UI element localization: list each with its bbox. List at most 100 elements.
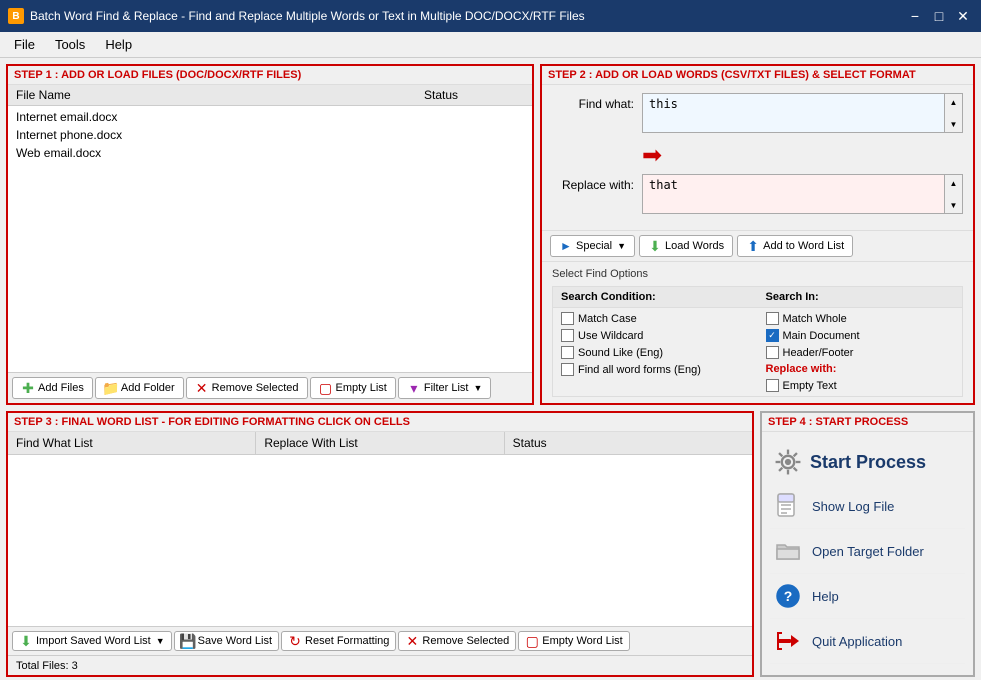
step3-toolbar: ⬇ Import Saved Word List ▼ 💾 Save Word L… [8,626,752,655]
reset-formatting-button[interactable]: ↻ Reset Formatting [281,631,396,651]
find-what-row: Find what: ▲ ▼ [552,93,963,133]
open-folder-row[interactable]: Open Target Folder [770,529,965,574]
quit-row[interactable]: Quit Application [770,619,965,664]
replace-label: Replace with: [552,174,642,192]
bottom-section: STEP 3 : FINAL WORD LIST - FOR EDITING F… [0,408,981,680]
find-options-title: Select Find Options [552,268,963,280]
step3-header: STEP 3 : FINAL WORD LIST - FOR EDITING F… [8,413,752,432]
add-files-button[interactable]: ✚ Add Files [12,377,93,399]
empty-word-list-button[interactable]: ▢ Empty Word List [518,631,630,651]
filter-list-button[interactable]: ▾ Filter List ▼ [398,377,492,399]
scrollbar-down2[interactable]: ▼ [945,197,962,213]
use-wildcard-checkbox[interactable] [561,329,574,342]
menu-tools[interactable]: Tools [45,34,95,55]
special-icon: ► [559,239,573,253]
find-options-grid: Search Condition: Search In: Match Case … [552,286,963,397]
scrollbar-up2[interactable]: ▲ [945,175,962,191]
gear-icon [774,444,802,480]
folder-open-icon [774,537,802,565]
file-row[interactable]: Internet email.docx [8,108,532,126]
empty-text-option[interactable]: Empty Text [766,377,955,394]
find-all-forms-option[interactable]: Find all word forms (Eng) [561,361,750,378]
sound-like-option[interactable]: Sound Like (Eng) [561,344,750,361]
title-bar-controls: − □ ✕ [905,6,973,26]
empty-list-button[interactable]: ▢ Empty List [310,377,396,399]
search-condition-header: Search Condition: [553,287,758,308]
file-name: Internet phone.docx [16,128,524,142]
use-wildcard-option[interactable]: Use Wildcard [561,327,750,344]
replace-with-header-item: Replace with: [766,361,955,377]
menu-file[interactable]: File [4,34,45,55]
replace-input[interactable] [642,174,945,214]
header-footer-option[interactable]: Header/Footer [766,344,955,361]
remove-icon: ✕ [195,381,209,395]
file-row[interactable]: Web email.docx [8,144,532,162]
show-log-label: Show Log File [812,499,894,514]
find-input[interactable] [642,93,945,133]
dropdown-arrow-icon: ▼ [473,383,482,393]
load-words-button[interactable]: ⬇ Load Words [639,235,733,257]
scrollbar-down[interactable]: ▼ [945,116,962,132]
log-icon [774,492,802,520]
empty-text-checkbox[interactable] [766,379,779,392]
save-word-list-button[interactable]: 💾 Save Word List [174,631,279,651]
add-files-icon: ✚ [21,381,35,395]
quit-icon [774,627,802,655]
step1-header: STEP 1 : ADD OR LOAD FILES (DOC/DOCX/RTF… [8,66,532,85]
save-icon: 💾 [181,634,195,648]
file-list-header: File Name Status [8,85,532,106]
empty-word-icon: ▢ [525,634,539,648]
file-row[interactable]: Internet phone.docx [8,126,532,144]
total-files-label: Total Files: 3 [16,660,78,672]
import-icon: ⬇ [19,634,33,648]
step2-header: STEP 2 : ADD OR LOAD WORDS (CSV/TXT FILE… [542,66,973,85]
title-bar-left: B Batch Word Find & Replace - Find and R… [8,8,585,24]
remove-selected-word-button[interactable]: ✕ Remove Selected [398,631,516,651]
menu-help[interactable]: Help [95,34,142,55]
find-scrollbar[interactable]: ▲ ▼ [945,93,963,133]
help-row[interactable]: ? Help [770,574,965,619]
right-options: Match Whole ✓ Main Document Header/Foote… [758,308,963,396]
minimize-button[interactable]: − [905,6,925,26]
help-circle-icon: ? [774,582,802,610]
reset-icon: ↻ [288,634,302,648]
import-dropdown-icon: ▼ [156,636,165,646]
add-folder-button[interactable]: 📁 Add Folder [95,377,184,399]
filter-icon: ▾ [407,381,421,395]
start-process-row[interactable]: Start Process [770,440,965,484]
remove-selected-button[interactable]: ✕ Remove Selected [186,377,308,399]
replace-scrollbar[interactable]: ▲ ▼ [945,174,963,214]
match-whole-option[interactable]: Match Whole [766,310,955,327]
match-case-checkbox[interactable] [561,312,574,325]
match-case-option[interactable]: Match Case [561,310,750,327]
maximize-button[interactable]: □ [929,6,949,26]
scrollbar-up[interactable]: ▲ [945,94,962,110]
step4-header: STEP 4 : START PROCESS [762,413,973,432]
show-log-row[interactable]: Show Log File [770,484,965,529]
match-whole-checkbox[interactable] [766,312,779,325]
col-find-what: Find What List [8,432,256,454]
close-button[interactable]: ✕ [953,6,973,26]
find-replace-section: Find what: ▲ ▼ ➡ Replace with: [542,85,973,230]
special-button[interactable]: ► Special ▼ [550,235,635,257]
import-saved-button[interactable]: ⬇ Import Saved Word List ▼ [12,631,172,651]
arrow-area: ➡ [552,141,963,174]
find-options-section: Select Find Options Search Condition: Se… [542,262,973,403]
main-document-option[interactable]: ✓ Main Document [766,327,955,344]
find-all-forms-checkbox[interactable] [561,363,574,376]
file-name: Web email.docx [16,146,524,160]
remove-word-icon: ✕ [405,634,419,648]
sound-like-checkbox[interactable] [561,346,574,359]
help-label: Help [812,589,839,604]
top-section: STEP 1 : ADD OR LOAD FILES (DOC/DOCX/RTF… [0,58,981,408]
col-replace-with: Replace With List [256,432,504,454]
add-to-word-list-button[interactable]: ⬆ Add to Word List [737,235,853,257]
right-arrow-icon: ➡ [642,141,662,170]
header-footer-checkbox[interactable] [766,346,779,359]
step3-panel: STEP 3 : FINAL WORD LIST - FOR EDITING F… [6,411,754,677]
main-document-checkbox[interactable]: ✓ [766,329,779,342]
step1-toolbar: ✚ Add Files 📁 Add Folder ✕ Remove Select… [8,372,532,403]
word-list-body [8,455,752,626]
open-folder-label: Open Target Folder [812,544,924,559]
log-file-icon [774,492,802,520]
